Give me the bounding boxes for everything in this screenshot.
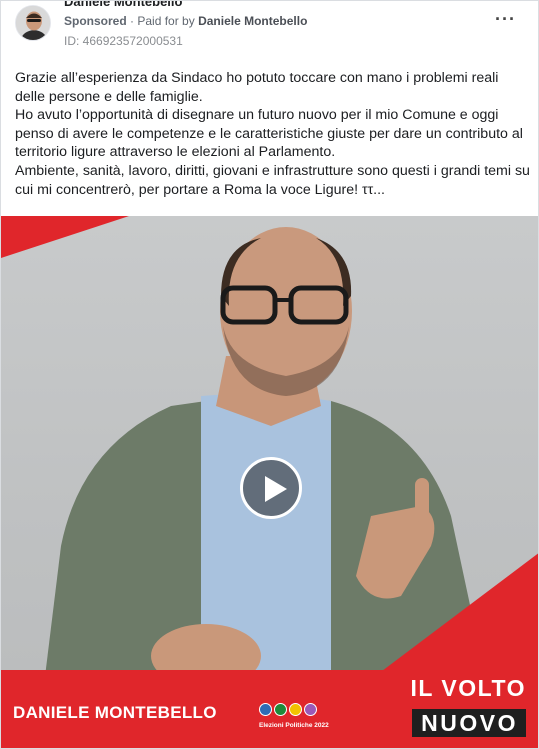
lower-third-name: DANIELE MONTEBELLO (13, 703, 217, 722)
avatar[interactable] (15, 5, 51, 41)
ad-id: ID: 466923572000531 (64, 34, 183, 48)
page-name[interactable]: Daniele Montebello (64, 1, 182, 9)
sponsored-meta: Sponsored · Paid for by Daniele Montebel… (64, 14, 307, 28)
slogan-line-1: IL VOLTO (410, 675, 526, 701)
red-corner-decoration (1, 216, 129, 258)
payer-name: Daniele Montebello (198, 14, 308, 28)
paid-for-prefix: Paid for by (137, 14, 195, 28)
slogan-line-2: NUOVO (412, 709, 526, 737)
play-icon[interactable] (240, 457, 302, 519)
post-text-line[interactable]: Ambiente, sanità, lavoro, diritti, giova… (15, 162, 530, 199)
post-text: Grazie all’esperienza da Sindaco ho potu… (15, 69, 530, 199)
post-header: Daniele Montebello Sponsored · Paid for … (1, 1, 538, 61)
post-text-line: Grazie all’esperienza da Sindaco ho potu… (15, 70, 499, 105)
ad-card: Daniele Montebello Sponsored · Paid for … (0, 0, 539, 749)
party-logo-icon (274, 703, 287, 716)
sponsored-label: Sponsored (64, 14, 127, 28)
party-logo-icon (289, 703, 302, 716)
party-logos (259, 703, 317, 716)
post-text-line: Ho avuto l’opportunità di disegnare un f… (15, 107, 523, 161)
party-logo-icon (304, 703, 317, 716)
video-player[interactable]: DANIELE MONTEBELLO Elezioni Politiche 20… (1, 216, 538, 748)
more-options-icon[interactable]: ··· (495, 9, 516, 30)
red-corner-decoration (370, 552, 538, 680)
party-logo-icon (259, 703, 272, 716)
elections-label: Elezioni Politiche 2022 (259, 722, 329, 729)
